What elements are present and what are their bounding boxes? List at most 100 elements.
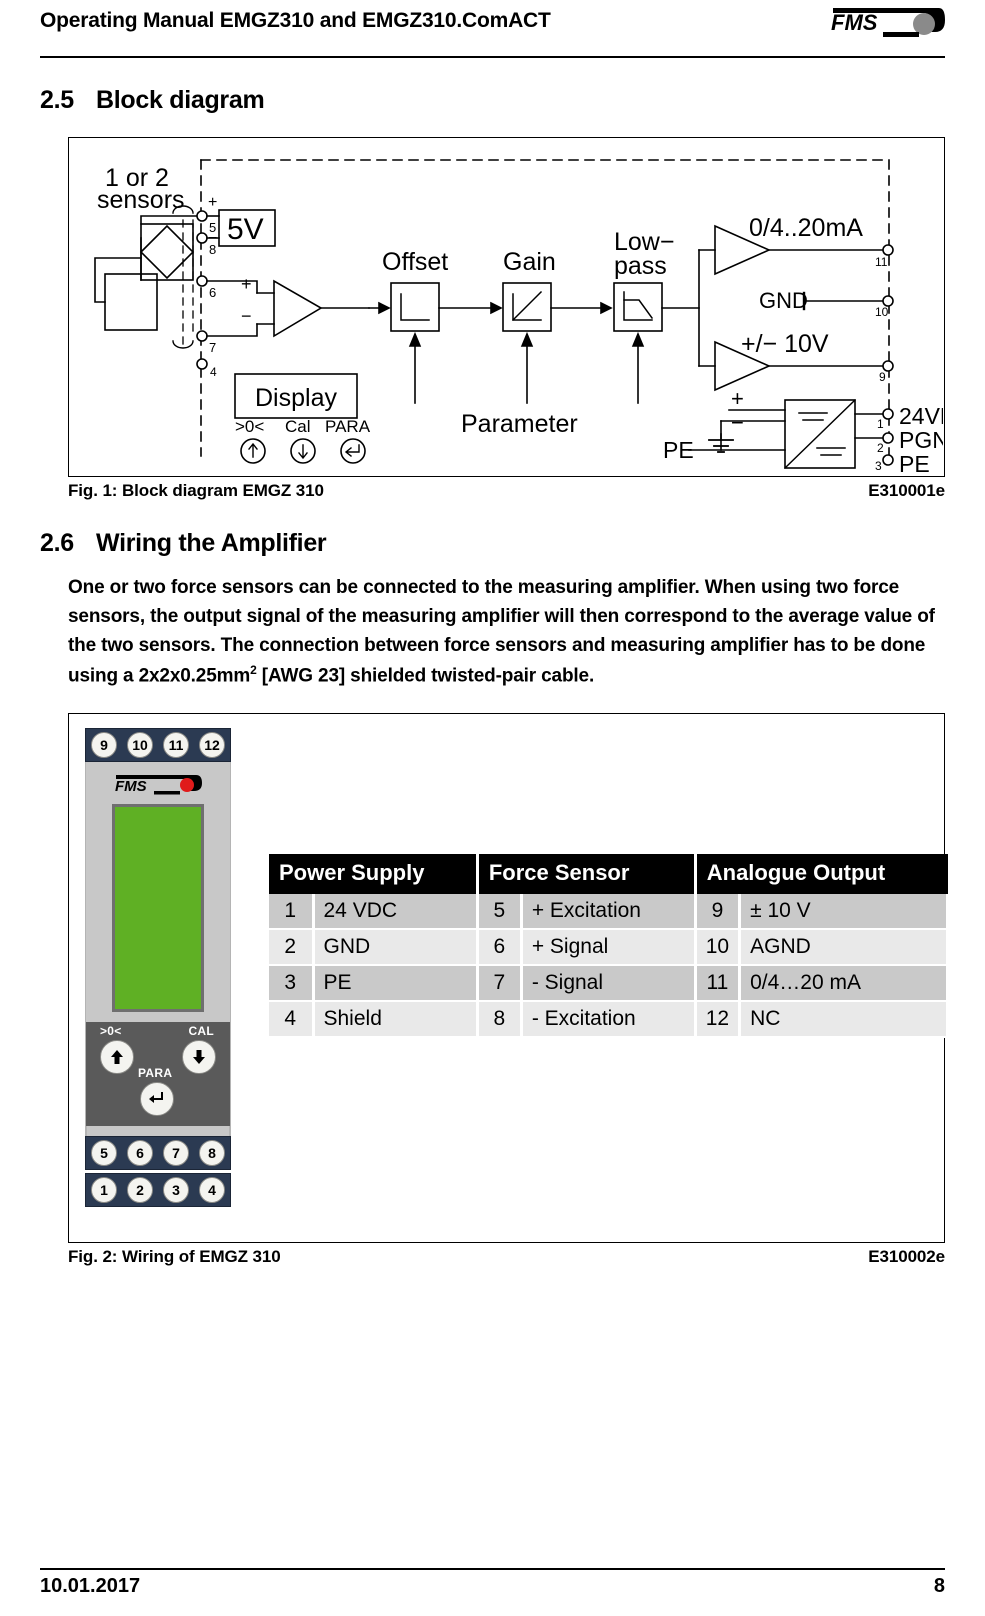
section-title-wiring: Wiring the Amplifier (96, 529, 327, 557)
cell-ao-label: AGND (739, 929, 949, 967)
current-output-label: 0/4..20mA (749, 214, 863, 242)
cell-fs-num: 5 (477, 894, 523, 931)
cell-fs-num: 7 (477, 965, 523, 1003)
footer-date: 10.01.2017 (40, 1575, 141, 1597)
terminal-slot: 10 (123, 730, 157, 759)
terminal-8: 8 (209, 242, 216, 257)
terminal-slot: 3 (159, 1175, 193, 1204)
cell-fs-label: - Excitation (521, 1001, 697, 1039)
block-diagram-svg: 1 or 2 sensors 5V + − 5 8 6 7 4 + − Offs… (94, 159, 943, 475)
cell-ps-label: Shield (313, 1001, 479, 1039)
document-page: Operating Manual EMGZ310 and EMGZ310.Com… (0, 0, 985, 1616)
cell-fs-label: - Signal (521, 965, 697, 1003)
table-row: 4 Shield 8 - Excitation 12 NC (269, 1001, 949, 1039)
keypad-zero-label: >0< (100, 1023, 122, 1038)
terminal-4: 4 (210, 365, 217, 379)
enter-para-button[interactable] (140, 1081, 174, 1116)
footer-page-number: 8 (933, 1575, 945, 1597)
cell-ps-num: 3 (269, 965, 315, 1003)
figure-1-label: Fig. 1: (68, 481, 118, 500)
figure-2-title: Wiring of EMGZ 310 (121, 1246, 281, 1266)
supply-pgnd-label: PGND (899, 427, 943, 453)
terminal-2-dot: 2 (127, 1176, 153, 1203)
key-para-label: PARA (325, 417, 371, 436)
cell-ao-label: ± 10 V (739, 894, 949, 931)
figure-1-caption: Fig. 1: Block diagram EMGZ 310 E310001e (68, 481, 945, 501)
header-divider (40, 56, 945, 58)
cell-fs-num: 8 (477, 1001, 523, 1039)
terminal-6: 6 (209, 285, 216, 300)
terminal-7: 7 (209, 340, 216, 355)
pe-label: PE (663, 437, 694, 463)
figure-2-label: Fig. 2: (68, 1246, 118, 1266)
page-footer: 10.01.2017 8 (40, 1568, 945, 1598)
terminal-3-dot: 3 (163, 1176, 189, 1203)
terminal-block-top: 9 10 11 12 (85, 727, 231, 762)
gain-label: Gain (503, 248, 556, 276)
terminal-block-middle: 5 6 7 8 (85, 1135, 231, 1170)
cell-ps-label: 24 VDC (313, 894, 479, 931)
terminal-slot: 2 (123, 1175, 157, 1204)
column-header-analogue-output: Analogue Output (695, 853, 948, 895)
terminal-5: 5 (209, 220, 216, 235)
parameter-label: Parameter (461, 410, 578, 438)
lowpass-label-line2: pass (614, 252, 667, 280)
down-arrow-button[interactable] (182, 1039, 216, 1074)
wiring-table: Power Supply Force Sensor Analogue Outpu… (269, 853, 949, 1039)
table-row: 3 PE 7 - Signal 11 0/4…20 mA (269, 965, 949, 1003)
terminal-4-dot: 4 (199, 1176, 225, 1203)
terminal-slot: 9 (87, 730, 121, 759)
display-label: Display (255, 384, 337, 412)
column-header-force-sensor: Force Sensor (477, 853, 697, 895)
terminal-block-bottom: 1 2 3 4 (85, 1172, 231, 1207)
fms-logo: FMS (827, 2, 945, 44)
gnd-output-label: GND (759, 288, 808, 313)
voltage-output-label: +/− 10V (741, 330, 829, 358)
figure-block-diagram: 1 or 2 sensors 5V + − 5 8 6 7 4 + − Offs… (68, 137, 945, 477)
cell-fs-num: 6 (477, 929, 523, 967)
terminal-3: 3 (875, 459, 882, 473)
section-title: Block diagram (96, 86, 265, 114)
cell-ao-num: 11 (695, 965, 742, 1003)
cell-ps-num: 2 (269, 929, 315, 967)
terminal-2: 2 (877, 441, 884, 455)
terminal-11-dot: 11 (163, 731, 189, 758)
figure-1-code: E310001e (868, 481, 945, 500)
terminal-slot: 11 (159, 730, 193, 759)
section-heading-wiring: 2.6 Wiring the Amplifier (40, 529, 945, 558)
table-row: 2 GND 6 + Signal 10 AGND (269, 929, 949, 967)
terminal-slot: 6 (123, 1138, 157, 1167)
cell-ao-label: 0/4…20 mA (739, 965, 949, 1003)
cell-ps-label: PE (313, 965, 479, 1003)
device-logo-wordmark: FMS (115, 778, 147, 795)
device-front-panel: FMS >0< CAL PARA (85, 761, 231, 1136)
terminal-slot: 4 (195, 1175, 229, 1204)
key-zero-label: >0< (235, 417, 264, 436)
terminal-slot: 1 (87, 1175, 121, 1204)
keypad-cal-label: CAL (188, 1023, 214, 1038)
terminal-slot: 5 (87, 1138, 121, 1167)
device-illustration: 9 10 11 12 FMS >0< CAL PARA 5 6 7 8 1 2 … (85, 727, 231, 1207)
column-header-power-supply: Power Supply (269, 853, 479, 895)
cell-ps-num: 1 (269, 894, 315, 931)
device-lcd-screen (112, 803, 204, 1012)
figure-1-title: Block diagram EMGZ 310 (121, 481, 324, 500)
cell-fs-label: + Excitation (521, 894, 697, 931)
keypad-para-label: PARA (138, 1065, 173, 1080)
section-heading-block-diagram: 2.5 Block diagram (40, 86, 945, 115)
paragraph-part-2: [AWG 23] shielded twisted-pair cable. (256, 664, 595, 686)
excitation-supply-label: 5V (227, 213, 264, 246)
cell-ao-label: NC (739, 1001, 949, 1039)
page-header: Operating Manual EMGZ310 and EMGZ310.Com… (40, 0, 945, 56)
figure-2-caption: Fig. 2: Wiring of EMGZ 310 E310002e (68, 1247, 945, 1267)
terminal-8-dot: 8 (199, 1139, 225, 1166)
converter-plus: + (731, 386, 744, 411)
terminal-10: 10 (875, 305, 889, 319)
up-arrow-button[interactable] (100, 1039, 134, 1074)
section-number: 2.5 (40, 86, 74, 114)
terminal-9-dot: 9 (91, 731, 117, 758)
terminal-9: 9 (879, 370, 886, 384)
cell-ps-label: GND (313, 929, 479, 967)
cell-ao-num: 12 (695, 1001, 742, 1039)
terminal-slot: 8 (195, 1138, 229, 1167)
